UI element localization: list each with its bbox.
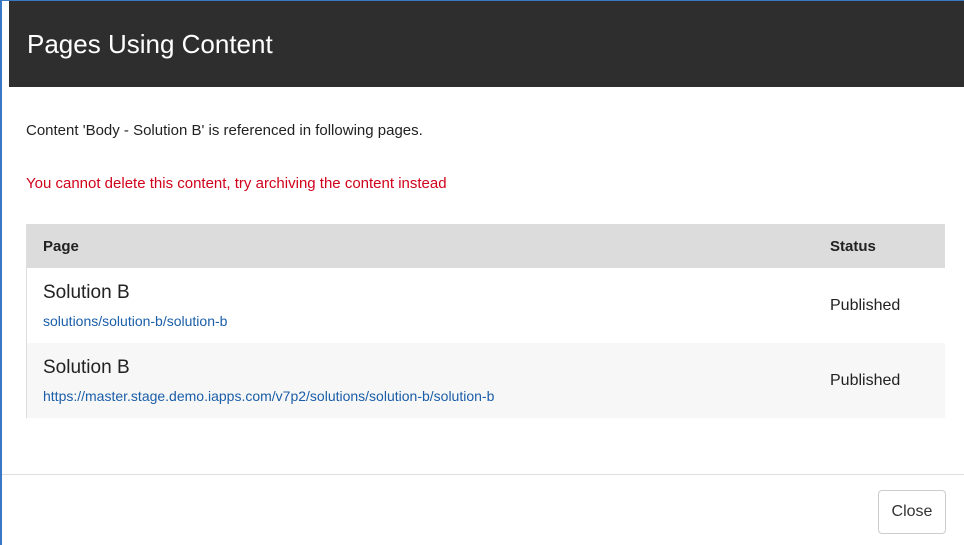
page-status: Published: [830, 297, 901, 314]
page-name: Solution B: [43, 282, 130, 303]
close-button[interactable]: Close: [878, 490, 946, 534]
column-header-status: Status: [830, 238, 876, 255]
reference-message: Content 'Body - Solution B' is reference…: [26, 122, 423, 139]
page-url-link[interactable]: solutions/solution-b/solution-b: [43, 312, 227, 330]
table-row: Solution B solutions/solution-b/solution…: [27, 268, 945, 343]
column-header-page: Page: [43, 238, 79, 255]
footer-divider: [2, 474, 964, 475]
table-header: Page Status: [27, 224, 945, 268]
table-row: Solution B https://master.stage.demo.iap…: [27, 343, 945, 418]
page-url-link[interactable]: https://master.stage.demo.iapps.com/v7p2…: [43, 387, 494, 405]
page-name: Solution B: [43, 357, 130, 378]
dialog-title: Pages Using Content: [27, 29, 273, 59]
delete-warning-message: You cannot delete this content, try arch…: [26, 175, 447, 192]
dialog-header: Pages Using Content: [9, 1, 964, 87]
page-status: Published: [830, 372, 901, 389]
referenced-pages-table: Page Status Solution B solutions/solutio…: [26, 224, 945, 418]
pages-using-content-dialog: Pages Using Content Content 'Body - Solu…: [0, 0, 964, 545]
